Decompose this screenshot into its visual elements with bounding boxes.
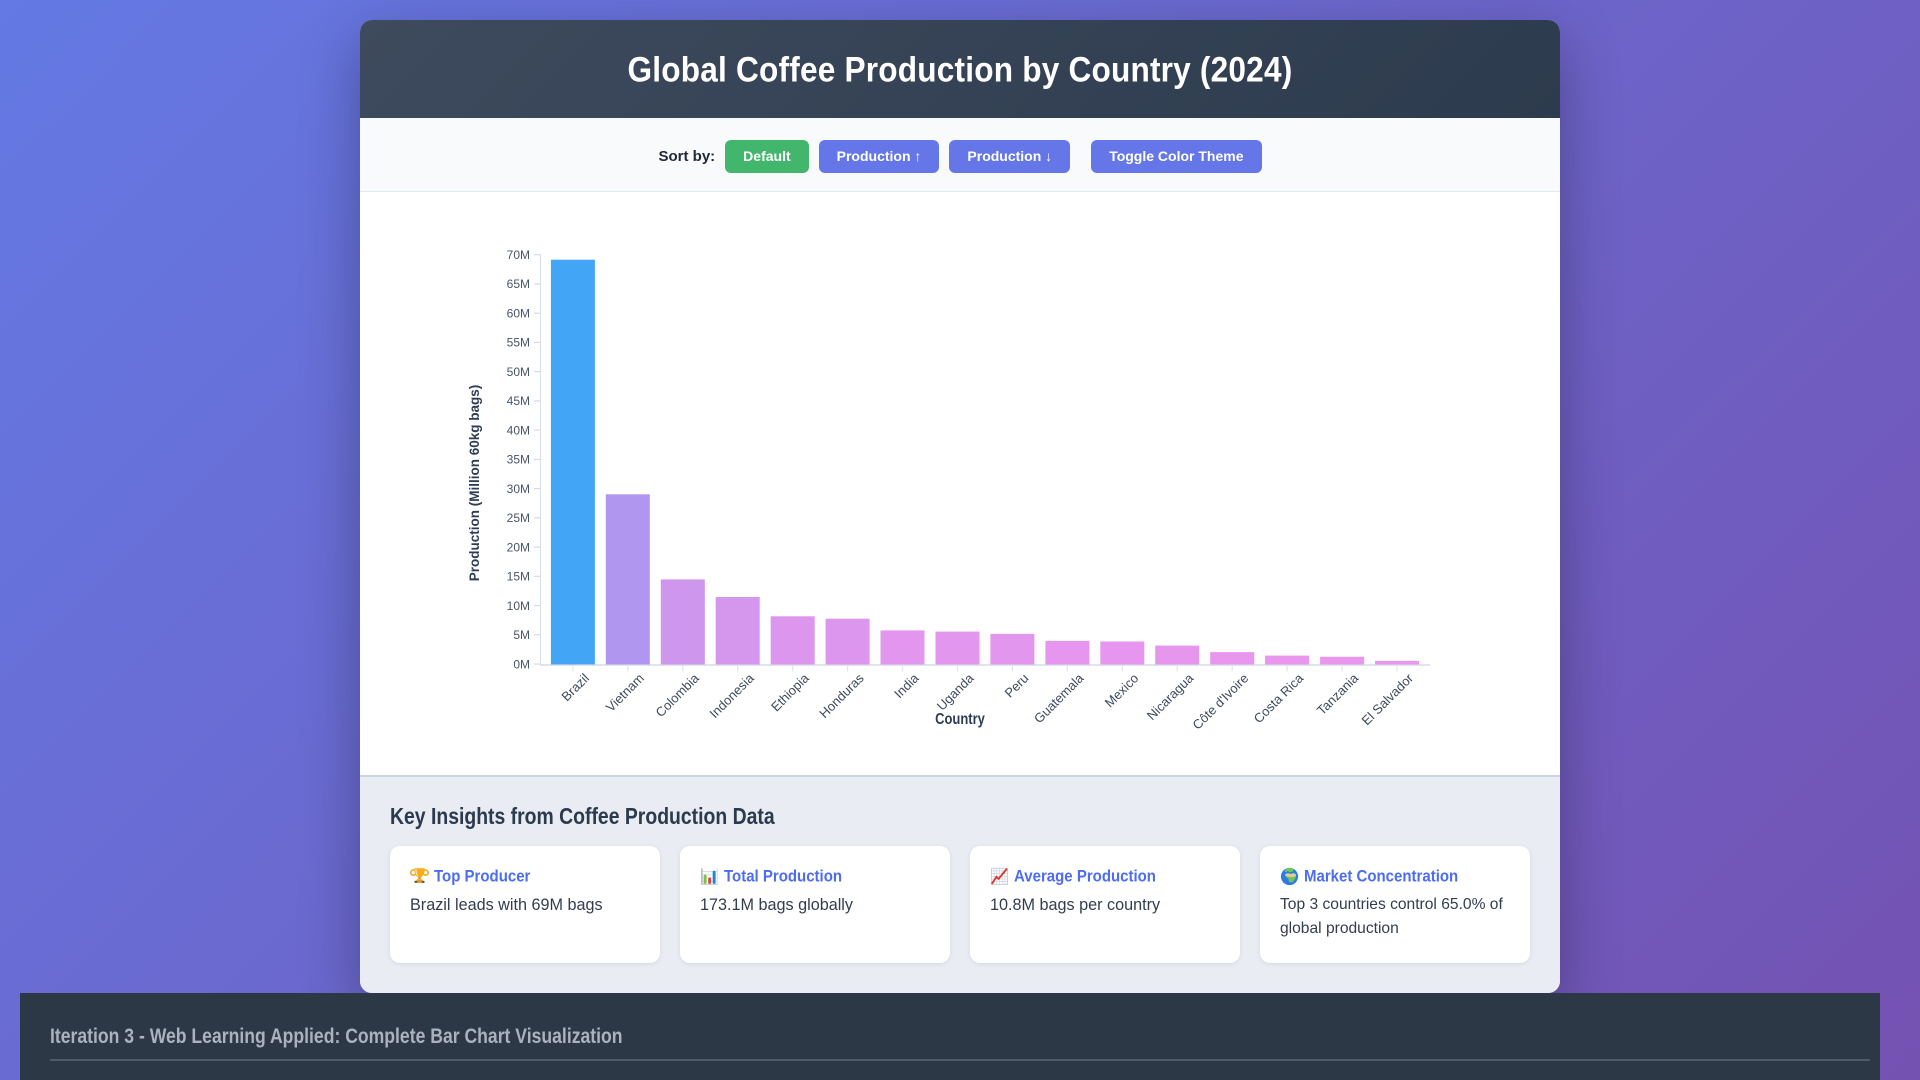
svg-text:25M: 25M xyxy=(507,511,530,525)
svg-text:Honduras: Honduras xyxy=(816,670,867,721)
svg-text:Brazil: Brazil xyxy=(558,670,592,704)
svg-text:50M: 50M xyxy=(507,365,530,379)
svg-text:5M: 5M xyxy=(513,628,530,642)
svg-text:35M: 35M xyxy=(507,453,530,467)
svg-text:40M: 40M xyxy=(507,423,530,437)
svg-text:30M: 30M xyxy=(507,482,530,496)
svg-text:Costa Rica: Costa Rica xyxy=(1251,670,1307,726)
svg-text:60M: 60M xyxy=(507,307,530,321)
svg-text:Uganda: Uganda xyxy=(934,670,977,713)
svg-text:Vietnam: Vietnam xyxy=(603,671,647,715)
svg-text:Indonesia: Indonesia xyxy=(706,670,757,721)
svg-text:India: India xyxy=(891,670,922,701)
svg-text:Guatemala: Guatemala xyxy=(1031,670,1087,726)
svg-text:65M: 65M xyxy=(507,277,530,291)
svg-text:Production (Million 60kg bags): Production (Million 60kg bags) xyxy=(467,385,482,582)
svg-text:20M: 20M xyxy=(507,540,530,554)
svg-text:45M: 45M xyxy=(507,394,530,408)
svg-text:70M: 70M xyxy=(507,248,530,262)
svg-text:Country: Country xyxy=(935,711,985,728)
svg-text:Côte d'Ivoire: Côte d'Ivoire xyxy=(1189,671,1251,733)
svg-text:Tanzania: Tanzania xyxy=(1314,670,1362,718)
svg-text:0M: 0M xyxy=(513,657,530,671)
svg-text:Ethiopia: Ethiopia xyxy=(768,670,812,714)
svg-text:15M: 15M xyxy=(507,570,530,584)
svg-text:10M: 10M xyxy=(507,599,530,613)
svg-text:Peru: Peru xyxy=(1001,671,1031,701)
svg-text:55M: 55M xyxy=(507,336,530,350)
svg-text:Mexico: Mexico xyxy=(1102,671,1142,711)
svg-text:Nicaragua: Nicaragua xyxy=(1144,670,1197,723)
svg-text:El Salvador: El Salvador xyxy=(1359,670,1417,728)
svg-text:Colombia: Colombia xyxy=(652,670,702,720)
